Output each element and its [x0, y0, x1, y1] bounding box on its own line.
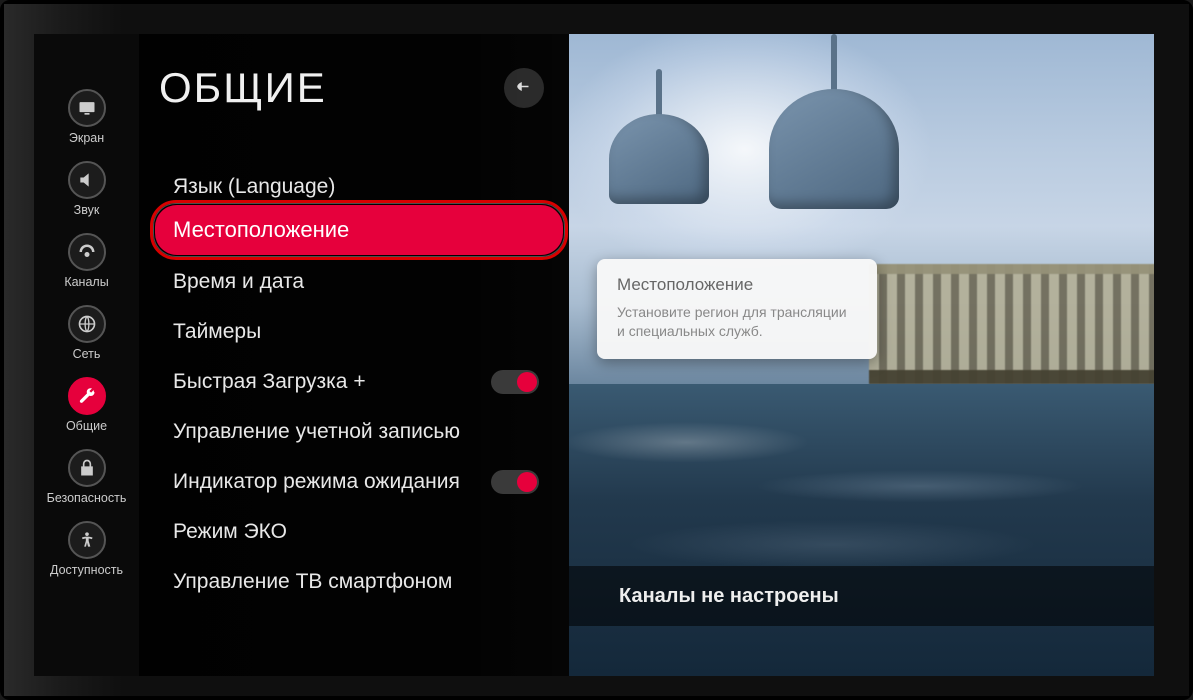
lock-icon — [68, 449, 106, 487]
sidebar-item-accessibility[interactable]: Доступность — [34, 521, 139, 577]
settings-item-location[interactable]: Местоположение — [155, 205, 563, 255]
satellite-icon — [68, 233, 106, 271]
speaker-icon — [68, 161, 106, 199]
sidebar-item-general[interactable]: Общие — [34, 377, 139, 433]
settings-item-label: Таймеры — [173, 320, 261, 344]
settings-item-label: Режим ЭКО — [173, 520, 287, 544]
settings-item-label: Управление ТВ смартфоном — [173, 570, 452, 594]
settings-sidebar: Экран Звук Каналы Сеть — [34, 34, 139, 676]
sidebar-item-label: Каналы — [64, 275, 108, 289]
sidebar-item-label: Сеть — [73, 347, 101, 361]
sidebar-item-network[interactable]: Сеть — [34, 305, 139, 361]
settings-item-timers[interactable]: Таймеры — [159, 307, 569, 357]
sidebar-item-channels[interactable]: Каналы — [34, 233, 139, 289]
sidebar-item-label: Общие — [66, 419, 107, 433]
settings-item-quickstart[interactable]: Быстрая Загрузка + — [159, 357, 569, 407]
settings-item-eco[interactable]: Режим ЭКО — [159, 507, 569, 557]
toggle-standby-led[interactable] — [491, 470, 539, 494]
decorative-shape — [769, 89, 899, 209]
back-icon — [515, 79, 533, 97]
toggle-knob — [517, 472, 537, 492]
decorative-shape — [569, 384, 1154, 676]
status-bar: Каналы не настроены — [569, 566, 1154, 626]
settings-item-label: Время и дата — [173, 270, 304, 294]
globe-icon — [68, 305, 106, 343]
settings-list: Язык (Language) Местоположение Время и д… — [159, 167, 569, 607]
decorative-shape — [869, 264, 1154, 384]
sidebar-item-sound[interactable]: Звук — [34, 161, 139, 217]
sidebar-item-screen[interactable]: Экран — [34, 89, 139, 145]
settings-panel: ОБЩИЕ Язык (Language) Местоположение Вре… — [139, 34, 569, 676]
settings-item-standby-led[interactable]: Индикатор режима ожидания — [159, 457, 569, 507]
decorative-shape — [609, 114, 709, 204]
tooltip-title: Местоположение — [617, 275, 857, 295]
sidebar-item-label: Доступность — [50, 563, 123, 577]
tooltip-description: Установите регион для трансляции и специ… — [617, 303, 857, 341]
screen: Экран Звук Каналы Сеть — [34, 34, 1154, 676]
settings-item-label: Местоположение — [173, 217, 349, 243]
settings-item-label: Быстрая Загрузка + — [173, 370, 366, 394]
tv-frame: Экран Звук Каналы Сеть — [4, 4, 1189, 696]
toggle-knob — [517, 372, 537, 392]
decorative-shape — [656, 69, 662, 119]
settings-item-language[interactable]: Язык (Language) — [159, 167, 569, 203]
screen-icon — [68, 89, 106, 127]
settings-item-account[interactable]: Управление учетной записью — [159, 407, 569, 457]
sidebar-item-label: Экран — [69, 131, 104, 145]
toggle-quickstart[interactable] — [491, 370, 539, 394]
sidebar-item-label: Звук — [74, 203, 100, 217]
status-text: Каналы не настроены — [619, 585, 839, 608]
settings-item-label: Язык (Language) — [173, 175, 335, 199]
sidebar-item-security[interactable]: Безопасность — [34, 449, 139, 505]
preview-pane: Местоположение Установите регион для тра… — [569, 34, 1154, 676]
wrench-icon — [68, 377, 106, 415]
back-button[interactable] — [504, 68, 544, 108]
settings-item-label: Управление учетной записью — [173, 420, 460, 444]
sidebar-item-label: Безопасность — [47, 491, 127, 505]
settings-item-label: Индикатор режима ожидания — [173, 470, 460, 494]
help-tooltip: Местоположение Установите регион для тра… — [597, 259, 877, 359]
panel-header: ОБЩИЕ — [159, 64, 569, 112]
decorative-shape — [831, 34, 837, 94]
page-title: ОБЩИЕ — [159, 64, 327, 112]
settings-item-datetime[interactable]: Время и дата — [159, 257, 569, 307]
settings-item-mobile-control[interactable]: Управление ТВ смартфоном — [159, 557, 569, 607]
accessibility-icon — [68, 521, 106, 559]
